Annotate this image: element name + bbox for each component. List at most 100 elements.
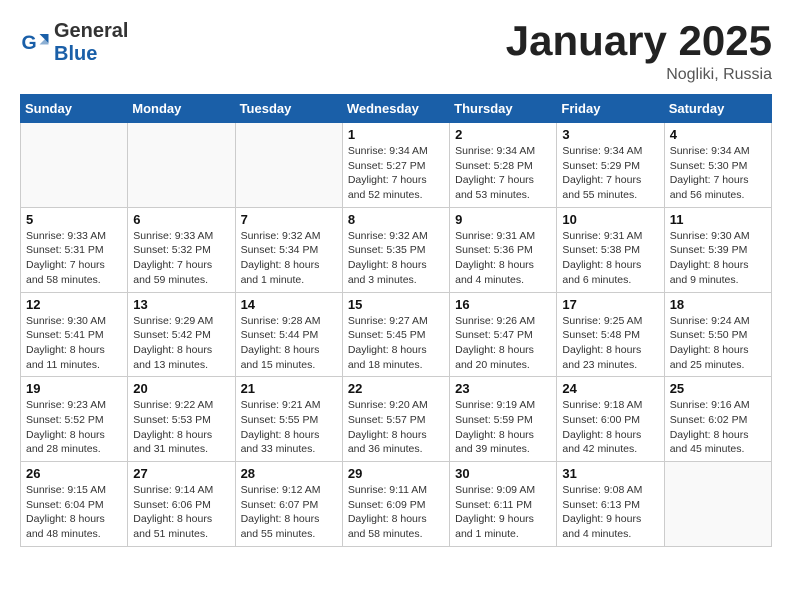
day-number: 11 xyxy=(670,212,766,227)
calendar-cell: 16Sunrise: 9:26 AM Sunset: 5:47 PM Dayli… xyxy=(450,292,557,377)
calendar-cell: 6 Sunrise: 9:33 AM Sunset: 5:32 PM Daylig… xyxy=(128,207,235,292)
day-info: Sunrise: 9:34 AM Sunset: 5:29 PM Dayligh… xyxy=(562,144,658,203)
day-info: Sunrise: 9:22 AM Sunset: 5:53 PM Dayligh… xyxy=(133,398,229,457)
day-number: 9 xyxy=(455,212,551,227)
day-number: 17 xyxy=(562,297,658,312)
calendar-cell: 13 Sunrise: 9:29 AM Sunset: 5:42 PM Dayli… xyxy=(128,292,235,377)
calendar-cell: 8 Sunrise: 9:32 AM Sunset: 5:35 PM Daylig… xyxy=(342,207,449,292)
calendar-week-row: 26Sunrise: 9:15 AM Sunset: 6:04 PM Dayli… xyxy=(21,462,772,547)
day-info: Sunrise: 9:34 AM Sunset: 5:30 PM Dayligh… xyxy=(670,144,766,203)
logo: G General Blue xyxy=(20,20,128,66)
day-info: Sunrise: 9:34 AM Sunset: 5:28 PM Dayligh… xyxy=(455,144,551,203)
weekday-header-friday: Friday xyxy=(557,95,664,123)
logo-line1: General xyxy=(54,20,128,43)
calendar-cell: 1Sunrise: 9:34 AM Sunset: 5:27 PM Daylig… xyxy=(342,123,449,208)
calendar-cell: 30 Sunrise: 9:09 AM Sunset: 6:11 PM Dayli… xyxy=(450,462,557,547)
calendar-cell: 12 Sunrise: 9:30 AM Sunset: 5:41 PM Dayli… xyxy=(21,292,128,377)
calendar-cell: 28 Sunrise: 9:12 AM Sunset: 6:07 PM Dayli… xyxy=(235,462,342,547)
calendar-cell: 29 Sunrise: 9:11 AM Sunset: 6:09 PM Dayli… xyxy=(342,462,449,547)
day-info: Sunrise: 9:20 AM Sunset: 5:57 PM Dayligh… xyxy=(348,398,444,457)
calendar-week-row: 1Sunrise: 9:34 AM Sunset: 5:27 PM Daylig… xyxy=(21,123,772,208)
calendar-week-row: 12 Sunrise: 9:30 AM Sunset: 5:41 PM Dayli… xyxy=(21,292,772,377)
calendar-cell: 24 Sunrise: 9:18 AM Sunset: 6:00 PM Dayli… xyxy=(557,377,664,462)
day-number: 3 xyxy=(562,127,658,142)
calendar-cell: 7Sunrise: 9:32 AM Sunset: 5:34 PM Daylig… xyxy=(235,207,342,292)
day-info: Sunrise: 9:14 AM Sunset: 6:06 PM Dayligh… xyxy=(133,483,229,542)
day-number: 28 xyxy=(241,466,337,481)
day-number: 1 xyxy=(348,127,444,142)
day-info: Sunrise: 9:26 AM Sunset: 5:47 PM Dayligh… xyxy=(455,314,551,373)
weekday-header-row: SundayMondayTuesdayWednesdayThursdayFrid… xyxy=(21,95,772,123)
day-number: 5 xyxy=(26,212,122,227)
day-info: Sunrise: 9:25 AM Sunset: 5:48 PM Dayligh… xyxy=(562,314,658,373)
calendar-cell: 26Sunrise: 9:15 AM Sunset: 6:04 PM Dayli… xyxy=(21,462,128,547)
day-number: 10 xyxy=(562,212,658,227)
calendar-cell: 21Sunrise: 9:21 AM Sunset: 5:55 PM Dayli… xyxy=(235,377,342,462)
day-info: Sunrise: 9:31 AM Sunset: 5:38 PM Dayligh… xyxy=(562,229,658,288)
calendar-cell: 3 Sunrise: 9:34 AM Sunset: 5:29 PM Daylig… xyxy=(557,123,664,208)
calendar-cell xyxy=(664,462,771,547)
location-subtitle: Nogliki, Russia xyxy=(506,66,772,84)
calendar-week-row: 5 Sunrise: 9:33 AM Sunset: 5:31 PM Daylig… xyxy=(21,207,772,292)
day-number: 29 xyxy=(348,466,444,481)
calendar-cell: 15 Sunrise: 9:27 AM Sunset: 5:45 PM Dayli… xyxy=(342,292,449,377)
day-number: 27 xyxy=(133,466,229,481)
day-info: Sunrise: 9:16 AM Sunset: 6:02 PM Dayligh… xyxy=(670,398,766,457)
calendar-cell: 18Sunrise: 9:24 AM Sunset: 5:50 PM Dayli… xyxy=(664,292,771,377)
day-info: Sunrise: 9:28 AM Sunset: 5:44 PM Dayligh… xyxy=(241,314,337,373)
calendar-cell: 14Sunrise: 9:28 AM Sunset: 5:44 PM Dayli… xyxy=(235,292,342,377)
calendar-cell xyxy=(235,123,342,208)
day-number: 19 xyxy=(26,381,122,396)
day-number: 2 xyxy=(455,127,551,142)
calendar-cell: 2 Sunrise: 9:34 AM Sunset: 5:28 PM Daylig… xyxy=(450,123,557,208)
day-info: Sunrise: 9:32 AM Sunset: 5:35 PM Dayligh… xyxy=(348,229,444,288)
calendar-cell: 17 Sunrise: 9:25 AM Sunset: 5:48 PM Dayli… xyxy=(557,292,664,377)
day-number: 31 xyxy=(562,466,658,481)
calendar-cell xyxy=(128,123,235,208)
weekday-header-wednesday: Wednesday xyxy=(342,95,449,123)
day-number: 15 xyxy=(348,297,444,312)
day-number: 23 xyxy=(455,381,551,396)
day-info: Sunrise: 9:31 AM Sunset: 5:36 PM Dayligh… xyxy=(455,229,551,288)
day-info: Sunrise: 9:24 AM Sunset: 5:50 PM Dayligh… xyxy=(670,314,766,373)
day-number: 25 xyxy=(670,381,766,396)
day-number: 6 xyxy=(133,212,229,227)
weekday-header-tuesday: Tuesday xyxy=(235,95,342,123)
calendar-cell: 5 Sunrise: 9:33 AM Sunset: 5:31 PM Daylig… xyxy=(21,207,128,292)
day-number: 30 xyxy=(455,466,551,481)
day-info: Sunrise: 9:09 AM Sunset: 6:11 PM Dayligh… xyxy=(455,483,551,542)
day-info: Sunrise: 9:27 AM Sunset: 5:45 PM Dayligh… xyxy=(348,314,444,373)
day-number: 12 xyxy=(26,297,122,312)
day-number: 24 xyxy=(562,381,658,396)
day-info: Sunrise: 9:33 AM Sunset: 5:32 PM Dayligh… xyxy=(133,229,229,288)
weekday-header-saturday: Saturday xyxy=(664,95,771,123)
title-block: January 2025 Nogliki, Russia xyxy=(506,20,772,84)
weekday-header-monday: Monday xyxy=(128,95,235,123)
day-number: 8 xyxy=(348,212,444,227)
calendar-cell: 31Sunrise: 9:08 AM Sunset: 6:13 PM Dayli… xyxy=(557,462,664,547)
day-number: 22 xyxy=(348,381,444,396)
calendar-cell: 11 Sunrise: 9:30 AM Sunset: 5:39 PM Dayli… xyxy=(664,207,771,292)
day-info: Sunrise: 9:19 AM Sunset: 5:59 PM Dayligh… xyxy=(455,398,551,457)
calendar-cell: 23 Sunrise: 9:19 AM Sunset: 5:59 PM Dayli… xyxy=(450,377,557,462)
calendar-cell: 19Sunrise: 9:23 AM Sunset: 5:52 PM Dayli… xyxy=(21,377,128,462)
calendar-table: SundayMondayTuesdayWednesdayThursdayFrid… xyxy=(20,94,772,547)
calendar-cell: 25 Sunrise: 9:16 AM Sunset: 6:02 PM Dayli… xyxy=(664,377,771,462)
day-number: 13 xyxy=(133,297,229,312)
day-number: 26 xyxy=(26,466,122,481)
day-info: Sunrise: 9:29 AM Sunset: 5:42 PM Dayligh… xyxy=(133,314,229,373)
day-info: Sunrise: 9:30 AM Sunset: 5:39 PM Dayligh… xyxy=(670,229,766,288)
day-info: Sunrise: 9:11 AM Sunset: 6:09 PM Dayligh… xyxy=(348,483,444,542)
day-info: Sunrise: 9:33 AM Sunset: 5:31 PM Dayligh… xyxy=(26,229,122,288)
calendar-cell: 10 Sunrise: 9:31 AM Sunset: 5:38 PM Dayli… xyxy=(557,207,664,292)
day-number: 21 xyxy=(241,381,337,396)
day-info: Sunrise: 9:12 AM Sunset: 6:07 PM Dayligh… xyxy=(241,483,337,542)
month-year-title: January 2025 xyxy=(506,20,772,62)
day-info: Sunrise: 9:30 AM Sunset: 5:41 PM Dayligh… xyxy=(26,314,122,373)
weekday-header-thursday: Thursday xyxy=(450,95,557,123)
calendar-cell xyxy=(21,123,128,208)
day-number: 7 xyxy=(241,212,337,227)
calendar-cell: 9 Sunrise: 9:31 AM Sunset: 5:36 PM Daylig… xyxy=(450,207,557,292)
day-info: Sunrise: 9:18 AM Sunset: 6:00 PM Dayligh… xyxy=(562,398,658,457)
weekday-header-sunday: Sunday xyxy=(21,95,128,123)
